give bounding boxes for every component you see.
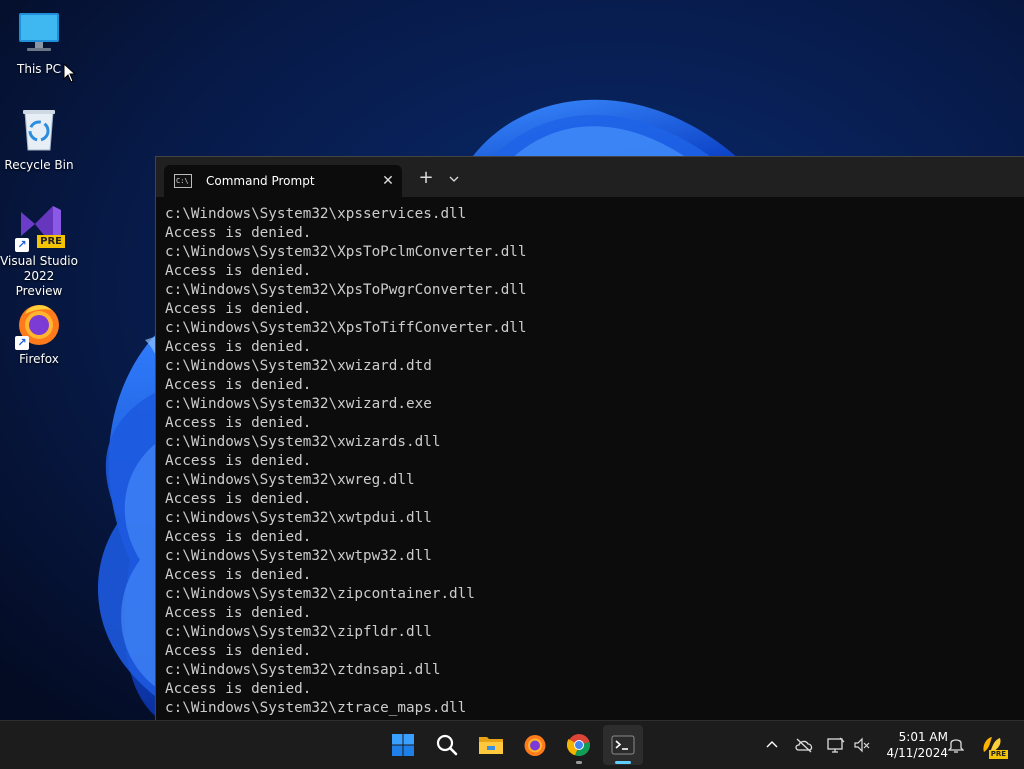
network-button[interactable] (824, 733, 848, 757)
notification-bell-icon (948, 739, 964, 753)
desktop-icon-label-line1: Visual Studio (0, 254, 78, 268)
volume-button[interactable] (850, 733, 874, 757)
console-line: Access is denied. (165, 415, 312, 431)
console-line: c:\Windows\System32\xwtpdui.dll (165, 510, 432, 526)
chevron-down-icon[interactable] (444, 169, 464, 189)
console-line: c:\Windows\System32\xwizards.dll (165, 434, 441, 450)
terminal-taskbar-button[interactable] (603, 725, 643, 765)
notifications-button[interactable] (944, 733, 968, 757)
console-line: Access is denied. (165, 263, 312, 279)
console-line: c:\Windows\System32\xpsservices.dll (165, 206, 467, 222)
search-icon (436, 734, 458, 756)
tab-title: Command Prompt (206, 174, 315, 188)
console-line: c:\Windows\System32\xwreg.dll (165, 472, 415, 488)
copilot-button[interactable]: PRE (978, 733, 1008, 759)
desktop-icon-label-line2: 2022 Preview (15, 269, 63, 298)
copilot-preview-badge: PRE (988, 750, 1008, 759)
console-line: Access is denied. (165, 377, 312, 393)
terminal-titlebar[interactable]: C:\ Command Prompt ✕ + (156, 157, 1024, 197)
tab-command-prompt[interactable]: C:\ Command Prompt ✕ (164, 165, 402, 197)
desktop-icon-recycle-bin[interactable]: Recycle Bin (0, 106, 78, 173)
volume-muted-icon (854, 737, 870, 753)
visual-studio-icon: PRE ↗ (15, 202, 65, 252)
chrome-icon (567, 734, 590, 757)
console-line: c:\Windows\System32\xwizard.dtd (165, 358, 432, 374)
network-icon (827, 737, 845, 753)
console-line: Access is denied. (165, 529, 312, 545)
show-hidden-icons-button[interactable] (760, 733, 784, 757)
desktop-icon-label: This PC (17, 62, 61, 76)
terminal-icon (611, 735, 635, 755)
close-tab-button[interactable]: ✕ (374, 173, 402, 189)
taskbar: 5:01 AM 4/11/2024 PRE (0, 720, 1024, 769)
desktop-icon-label: Firefox (19, 352, 59, 366)
console-line: c:\Windows\System32\xwizard.exe (165, 396, 432, 412)
console-line: Access is denied. (165, 491, 312, 507)
firefox-icon: ↗ (15, 300, 63, 350)
terminal-window[interactable]: C:\ Command Prompt ✕ + c:\Windows\System… (155, 156, 1024, 721)
console-line: Access is denied. (165, 643, 312, 659)
onedrive-button[interactable] (792, 733, 816, 757)
start-icon (392, 734, 414, 756)
desktop-icon-firefox[interactable]: ↗ Firefox (0, 300, 78, 367)
firefox-icon (524, 735, 546, 756)
console-line: c:\Windows\System32\XpsToPclmConverter.d… (165, 244, 527, 260)
preview-badge: PRE (37, 235, 65, 248)
active-indicator (615, 761, 631, 764)
file-explorer-icon (479, 737, 503, 754)
console-line: Access is denied. (165, 339, 312, 355)
desktop-icon-label: Recycle Bin (4, 158, 74, 172)
onedrive-offline-icon (795, 738, 813, 753)
recycle-bin-icon (15, 106, 63, 154)
console-line: c:\Windows\System32\xwtpw32.dll (165, 548, 432, 564)
console-line: c:\Windows\System32\ztdnsapi.dll (165, 662, 441, 678)
console-line: c:\Windows\System32\zipfldr.dll (165, 624, 432, 640)
file-explorer-button[interactable] (471, 725, 511, 765)
console-line: c:\Windows\System32\XpsToTiffConverter.d… (165, 320, 527, 336)
new-tab-button[interactable]: + (414, 168, 438, 188)
mouse-cursor-icon (63, 63, 77, 83)
console-output[interactable]: c:\Windows\System32\xpsservices.dll Acces… (165, 205, 1024, 718)
search-button[interactable] (427, 725, 467, 765)
chrome-button[interactable] (559, 725, 599, 765)
chevron-up-icon (766, 741, 778, 748)
command-prompt-icon: C:\ (174, 174, 192, 188)
console-line: Access is denied. (165, 453, 312, 469)
clock-date: 4/11/2024 (886, 746, 948, 760)
desktop-icon-visual-studio[interactable]: PRE ↗ Visual Studio 2022 Preview (0, 202, 78, 299)
shortcut-arrow-icon: ↗ (15, 336, 29, 350)
console-line: Access is denied. (165, 681, 312, 697)
running-indicator (576, 761, 582, 764)
console-line: Access is denied. (165, 567, 312, 583)
shortcut-arrow-icon: ↗ (15, 238, 29, 252)
clock[interactable]: 5:01 AM 4/11/2024 (876, 729, 948, 761)
firefox-taskbar-button[interactable] (515, 725, 555, 765)
console-line: Access is denied. (165, 301, 312, 317)
monitor-icon (15, 10, 63, 58)
console-line: Access is denied. (165, 605, 312, 621)
console-line: c:\Windows\System32\zipcontainer.dll (165, 586, 475, 602)
start-button[interactable] (383, 725, 423, 765)
console-line: c:\Windows\System32\ztrace_maps.dll (165, 700, 467, 716)
clock-time: 5:01 AM (898, 730, 948, 744)
console-line: Access is denied. (165, 225, 312, 241)
console-line: c:\Windows\System32\XpsToPwgrConverter.d… (165, 282, 527, 298)
